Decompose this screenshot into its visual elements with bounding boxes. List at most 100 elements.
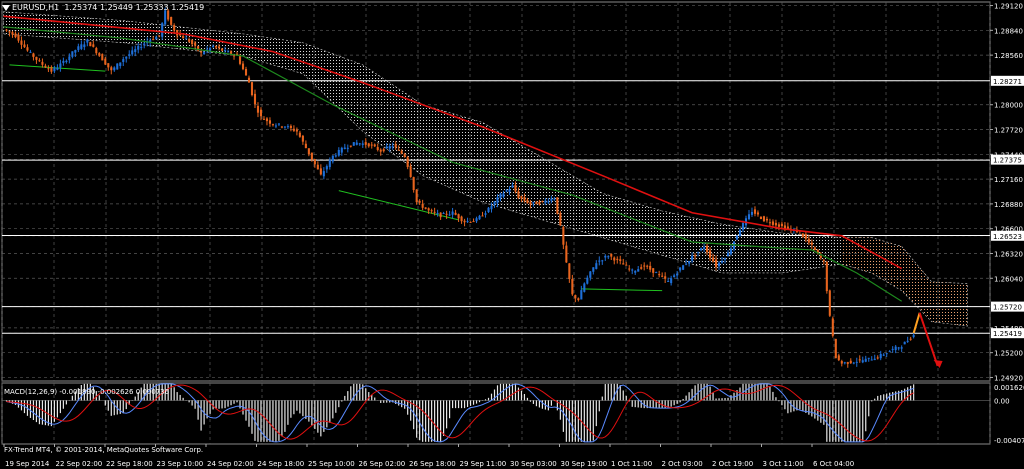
candle-body	[897, 347, 900, 349]
candle-body	[436, 212, 439, 214]
candle-body	[909, 338, 912, 340]
candle-body	[876, 357, 879, 359]
candle-body	[598, 260, 601, 262]
candle-body	[807, 238, 810, 243]
candle-body	[634, 270, 637, 273]
time-axis-label: 2 Oct 19:00	[712, 460, 753, 468]
candle-body	[53, 67, 56, 72]
candle-body	[122, 59, 125, 62]
candle-body	[56, 67, 59, 70]
candle-body	[604, 255, 607, 258]
time-axis-label: 22 Sep 02:00	[56, 460, 103, 468]
dropdown-arrow-icon[interactable]	[2, 4, 10, 11]
macd-label: MACD(12,26,9) -0.001890 -0.002626 0.0007…	[4, 388, 170, 396]
price-axis-label: 1.24920	[994, 374, 1023, 382]
time-axis-label: 19 Sep 2014	[5, 460, 50, 468]
candle-body	[879, 354, 882, 359]
candle-body	[316, 164, 319, 170]
candle-body	[472, 221, 475, 223]
candle-body	[68, 56, 71, 61]
candle-body	[143, 43, 146, 45]
candle-body	[720, 260, 724, 263]
candle-body	[283, 126, 286, 128]
price-axis-label: 1.26523	[993, 233, 1022, 241]
candle-body	[577, 298, 580, 301]
candle-body	[95, 48, 98, 54]
candle-body	[676, 273, 679, 276]
candle-body	[107, 63, 110, 68]
candle-body	[310, 152, 313, 160]
candle-body	[346, 147, 349, 149]
candle-body	[580, 290, 583, 300]
candle-body	[589, 271, 592, 278]
candle-body	[460, 216, 463, 222]
candle-body	[469, 221, 472, 223]
candle-body	[140, 46, 143, 48]
candle-body	[370, 144, 373, 146]
candle-body	[870, 359, 873, 361]
price-chart[interactable]: 1.29120 1.28840 1.28560 1.28271 1.28000 1.277…	[0, 0, 1024, 469]
candle-body	[38, 60, 41, 62]
time-axis-label: 24 Sep 18:00	[258, 460, 305, 468]
price-axis-label: 1.28000	[994, 102, 1023, 110]
candle-body	[490, 205, 493, 210]
candle-body	[487, 207, 490, 213]
price-axis-label: 1.28560	[994, 52, 1023, 60]
macd-axis-label: 0.001626	[994, 384, 1024, 392]
candle-body	[280, 126, 283, 128]
candle-body	[286, 126, 289, 128]
price-axis-label: 1.27375	[993, 157, 1022, 165]
candle-body	[861, 360, 864, 363]
time-axis-label: 1 Oct 11:00	[611, 460, 652, 468]
candle-body	[849, 360, 852, 364]
time-axis-label: 30 Sep 03:00	[510, 460, 557, 468]
candle-body	[448, 214, 451, 216]
candle-body	[526, 199, 529, 203]
candle-body	[379, 149, 382, 152]
candle-body	[709, 250, 712, 258]
candle-body	[900, 347, 903, 349]
candle-body	[241, 63, 245, 70]
candle-body	[846, 362, 849, 364]
candle-body	[777, 224, 780, 227]
candle-body	[825, 262, 828, 292]
candle-body	[182, 35, 185, 39]
candle-body	[11, 32, 14, 35]
candle-body	[771, 221, 774, 225]
candle-body	[840, 361, 843, 364]
candle-body	[439, 212, 442, 218]
candle-body	[298, 132, 301, 137]
candle-body	[502, 193, 505, 197]
candle-body	[77, 46, 80, 50]
candle-body	[568, 263, 571, 279]
candle-body	[101, 54, 104, 61]
candle-body	[170, 16, 173, 25]
candle-body	[786, 226, 789, 229]
candle-body	[250, 82, 254, 96]
candle-body	[253, 93, 257, 105]
candle-body	[5, 29, 8, 31]
candle-body	[616, 258, 619, 260]
candle-body	[352, 142, 355, 146]
candle-body	[116, 63, 119, 70]
candle-body	[209, 47, 212, 51]
candle-body	[74, 50, 77, 53]
candle-body	[292, 128, 295, 131]
candle-body	[319, 168, 322, 175]
candle-body	[759, 216, 763, 220]
candle-body	[556, 197, 559, 214]
candle-body	[481, 215, 484, 217]
candle-body	[756, 212, 760, 215]
candle-body	[185, 38, 188, 40]
price-axis-label: 1.28271	[993, 78, 1022, 86]
candle-body	[265, 118, 269, 122]
candle-body	[128, 54, 131, 56]
candle-body	[718, 262, 721, 267]
candle-body	[625, 264, 628, 266]
candle-body	[828, 290, 831, 316]
candle-body	[511, 185, 514, 188]
candle-body	[819, 255, 822, 258]
symbol-label: EURUSD,H1	[12, 3, 60, 12]
candle-body	[364, 142, 367, 145]
candle-body	[98, 53, 101, 56]
